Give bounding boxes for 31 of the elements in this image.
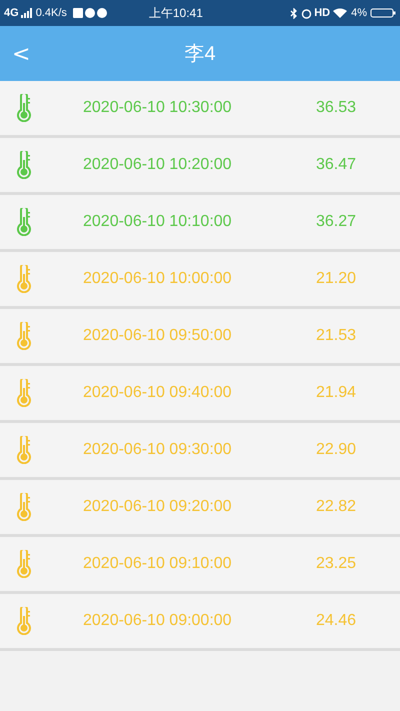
wifi-icon: [333, 8, 348, 18]
speed-label: 0.4K/s: [36, 6, 67, 21]
signal-icon: [20, 8, 33, 18]
battery-icon: [370, 8, 396, 18]
hd-label: HD: [314, 6, 330, 21]
time-label: 2020-06-10 10:30:00: [83, 98, 232, 118]
value-label: 21.94: [316, 383, 356, 403]
network-label: 4G: [4, 6, 19, 21]
value-label: 36.53: [316, 98, 356, 118]
time-label: 2020-06-10 09:40:00: [83, 383, 232, 403]
time-label: 2020-06-10 10:20:00: [83, 155, 232, 175]
back-button[interactable]: <: [10, 38, 32, 71]
bluetooth-icon: [290, 8, 298, 18]
page-title: 李4: [184, 42, 216, 66]
value-label: 22.82: [316, 497, 356, 517]
battery-label: 4%: [351, 6, 367, 21]
value-label: 21.20: [316, 269, 356, 289]
value-label: 21.53: [316, 326, 356, 346]
time-label: 2020-06-10 09:50:00: [83, 326, 232, 346]
clock: 上午10:41: [148, 5, 203, 22]
value-label: 36.47: [316, 155, 356, 175]
time-label: 2020-06-10 10:00:00: [83, 269, 232, 289]
value-label: 22.90: [316, 440, 356, 460]
value-label: 24.46: [316, 611, 356, 631]
value-label: 36.27: [316, 212, 356, 232]
time-label: 2020-06-10 10:10:00: [83, 212, 232, 232]
time-label: 2020-06-10 09:30:00: [83, 440, 232, 460]
time-label: 2020-06-10 09:10:00: [83, 554, 232, 574]
value-label: 23.25: [316, 554, 356, 574]
time-label: 2020-06-10 09:00:00: [83, 611, 232, 631]
time-label: 2020-06-10 09:20:00: [83, 497, 232, 517]
